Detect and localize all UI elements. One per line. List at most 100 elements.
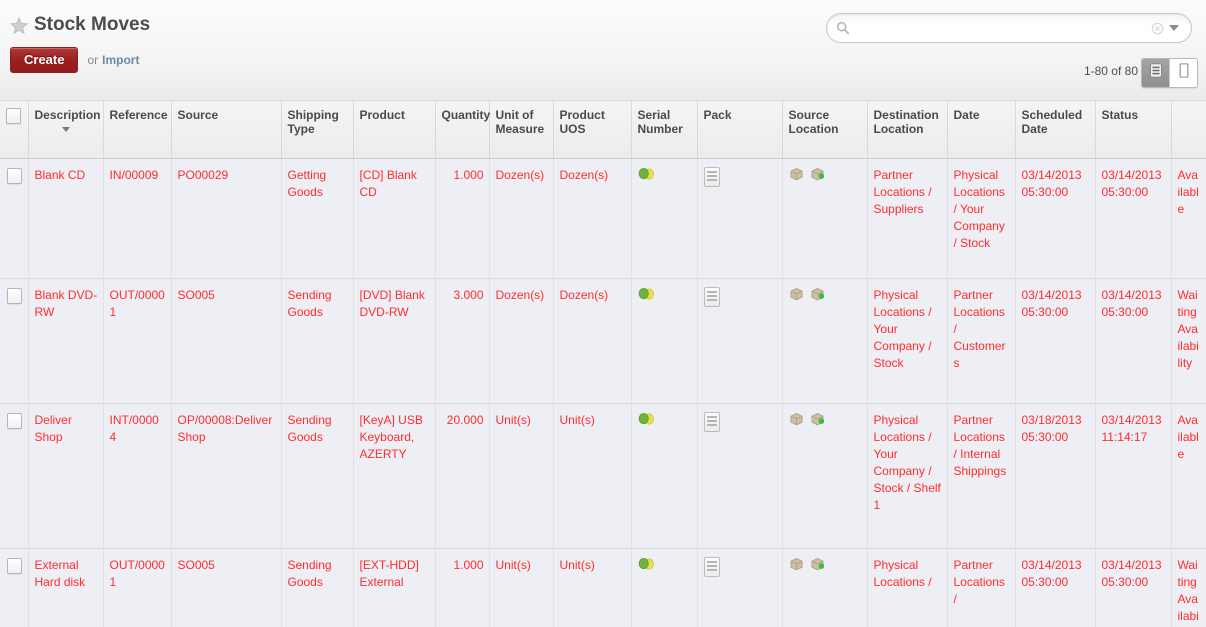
list-view-button[interactable] [1142,59,1169,87]
row-checkbox-cell[interactable] [0,278,29,404]
cell-destination-location[interactable]: Physical Locations / Your Company / Stoc… [947,158,1016,279]
product-uos-icon[interactable] [638,167,654,181]
pack-icon[interactable] [810,412,825,426]
row-checkbox[interactable] [6,287,22,304]
row-checkbox-cell[interactable] [0,158,29,279]
cell-source[interactable]: SO005 [171,548,282,627]
cell-product[interactable]: [KeyA] USB Keyboard, AZERTY [353,403,436,549]
pack-icon[interactable] [810,287,825,301]
cell-shipping-type[interactable]: Sending Goods [281,278,354,404]
cell-scheduled-date[interactable]: 03/14/2013 05:30:00 [1095,158,1172,279]
cell-date[interactable]: 03/14/2013 05:30:00 [1015,548,1096,627]
cell-quantity[interactable]: 3.000 [435,278,490,404]
cell-product-uos-label[interactable]: Unit(s) [553,403,632,549]
cell-product-uos-label[interactable]: Unit(s) [553,548,632,627]
cell-destination-location[interactable]: Partner Locations / [947,548,1016,627]
column-header-quantity[interactable]: Quantity [435,100,490,159]
cell-reference[interactable]: OUT/00001 [103,278,172,404]
column-header-pack[interactable]: Pack [697,100,783,159]
row-checkbox[interactable] [6,167,22,184]
column-header-unit-of-measure[interactable]: Unit of Measure [489,100,554,159]
cell-source-location[interactable]: Partner Locations / Suppliers [867,158,948,279]
column-header-serial-number[interactable]: Serial Number [631,100,698,159]
cell-unit-of-measure[interactable]: Unit(s) [489,403,554,549]
cell-description[interactable]: External Hard disk [28,548,104,627]
pack-icon[interactable] [789,167,804,181]
cell-destination-location[interactable]: Partner Locations / Internal Shippings [947,403,1016,549]
cell-reference[interactable]: IN/00009 [103,158,172,279]
cell-pack[interactable] [782,548,868,627]
cell-source[interactable]: PO00029 [171,158,282,279]
column-header-status[interactable]: Status [1095,100,1172,159]
column-header-date[interactable]: Date [947,100,1016,159]
cell-source-location[interactable]: Physical Locations / [867,548,948,627]
pack-icon[interactable] [810,557,825,571]
cell-description[interactable]: Blank DVD-RW [28,278,104,404]
column-header-shipping-type[interactable]: Shipping Type [281,100,354,159]
cell-status[interactable]: Available [1171,403,1206,549]
column-header-source[interactable]: Source [171,100,282,159]
cell-pack[interactable] [782,158,868,279]
cell-date[interactable]: 03/18/2013 05:30:00 [1015,403,1096,549]
column-header-source-location[interactable]: Source Location [782,100,868,159]
cell-status[interactable]: Waiting Availability [1171,278,1206,404]
cell-destination-location[interactable]: Partner Locations / Customers [947,278,1016,404]
cell-quantity[interactable]: 1.000 [435,158,490,279]
column-header-reference[interactable]: Reference [103,100,172,159]
import-link[interactable]: Import [102,53,139,67]
star-icon[interactable] [10,16,28,35]
column-header-destination-location[interactable]: Destination Location [867,100,948,159]
cell-scheduled-date[interactable]: 03/14/2013 05:30:00 [1095,278,1172,404]
cell-source-location[interactable]: Physical Locations / Your Company / Stoc… [867,403,948,549]
cell-pack[interactable] [782,278,868,404]
form-view-button[interactable] [1169,59,1197,87]
cell-status[interactable]: Waiting Availability [1171,548,1206,627]
table-row[interactable]: Blank DVD-RW OUT/00001 SO005 Sending Goods[… [0,278,1206,404]
cell-source-location[interactable]: Physical Locations / Your Company / Stoc… [867,278,948,404]
serial-number-icon[interactable] [703,412,720,432]
cell-quantity[interactable]: 20.000 [435,403,490,549]
row-checkbox-cell[interactable] [0,403,29,549]
cell-date[interactable]: 03/14/2013 05:30:00 [1015,158,1096,279]
cell-date[interactable]: 03/14/2013 05:30:00 [1015,278,1096,404]
cell-pack[interactable] [782,403,868,549]
row-checkbox-cell[interactable] [0,548,29,627]
cell-product[interactable]: [CD] Blank CD [353,158,436,279]
cell-shipping-type[interactable]: Getting Goods [281,158,354,279]
cell-description[interactable]: Blank CD [28,158,104,279]
cell-product-uos-icon[interactable] [631,403,698,549]
cell-product-uos-icon[interactable] [631,548,698,627]
table-row[interactable]: Deliver Shop INT/00004 OP/00008:Deliver Sh… [0,403,1206,549]
cell-description[interactable]: Deliver Shop [28,403,104,549]
product-uos-icon[interactable] [638,412,654,426]
create-button[interactable]: Create [10,47,79,73]
cell-serial-number[interactable] [697,548,783,627]
clear-icon[interactable] [1151,22,1164,35]
cell-product-uos-icon[interactable] [631,278,698,404]
table-row[interactable]: External Hard disk OUT/00001 SO005 Sending … [0,548,1206,627]
pack-icon[interactable] [789,557,804,571]
cell-product[interactable]: [DVD] Blank DVD-RW [353,278,436,404]
table-row[interactable]: Blank CD IN/00009 PO00029 Getting Goods [CD]… [0,158,1206,279]
cell-serial-number[interactable] [697,158,783,279]
cell-unit-of-measure[interactable]: Dozen(s) [489,158,554,279]
cell-product-uos-label[interactable]: Dozen(s) [553,158,632,279]
select-all-checkbox-cell[interactable] [0,100,29,159]
search-bar[interactable] [826,13,1192,43]
column-header-product-uos[interactable]: Product UOS [553,100,632,159]
pack-icon[interactable] [810,167,825,181]
cell-scheduled-date[interactable]: 03/14/2013 05:30:00 [1095,548,1172,627]
search-input[interactable] [856,20,1151,36]
serial-number-icon[interactable] [703,287,720,307]
pack-icon[interactable] [789,287,804,301]
column-header-scheduled-date[interactable]: Scheduled Date [1015,100,1096,159]
cell-unit-of-measure[interactable]: Dozen(s) [489,278,554,404]
cell-serial-number[interactable] [697,403,783,549]
cell-unit-of-measure[interactable]: Unit(s) [489,548,554,627]
cell-scheduled-date[interactable]: 03/14/2013 11:14:17 [1095,403,1172,549]
row-checkbox[interactable] [6,557,22,574]
cell-quantity[interactable]: 1.000 [435,548,490,627]
cell-status[interactable]: Available [1171,158,1206,279]
product-uos-icon[interactable] [638,287,654,301]
cell-reference[interactable]: OUT/00001 [103,548,172,627]
